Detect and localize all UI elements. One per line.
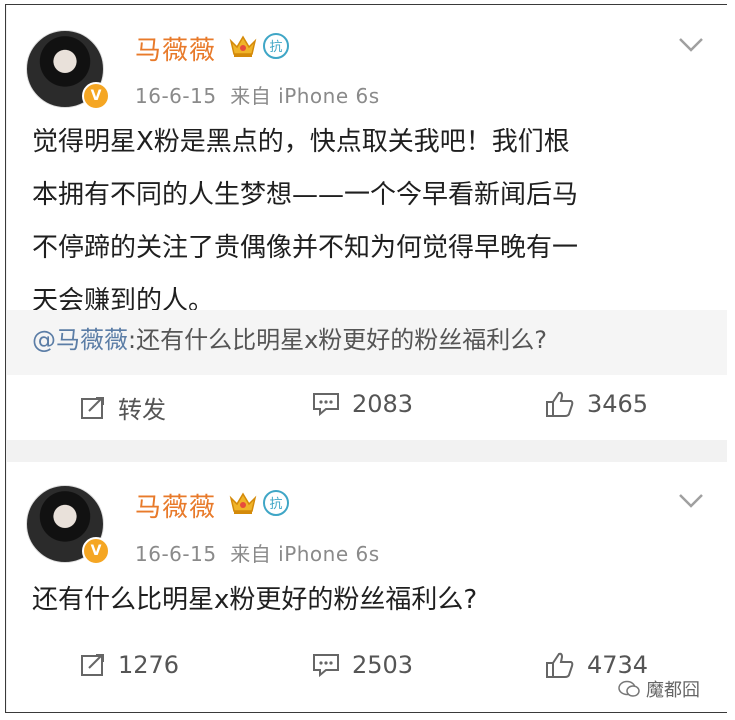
chevron-down-icon[interactable] (677, 36, 705, 54)
repost-button[interactable]: 转发 (80, 390, 166, 425)
thumbs-up-icon (546, 391, 574, 417)
repost-quote-text[interactable]: @马薇薇:还有什么比明星x粉更好的粉丝福利么? (32, 320, 547, 355)
post-content-line: 还有什么比明星x粉更好的粉丝福利么? (32, 585, 478, 615)
crown-icon (229, 492, 257, 514)
post-content-line: 觉得明星X粉是黑点的，快点取关我吧！我们根 (32, 127, 570, 157)
wechat-icon (618, 680, 640, 697)
post-content: 还有什么比明星x粉更好的粉丝福利么? (32, 574, 477, 627)
repost-icon (81, 396, 104, 419)
post-divider (7, 440, 727, 462)
mention-link[interactable]: @马薇薇 (32, 326, 128, 354)
post-meta: 16-6-15 来自 iPhone 6s (135, 538, 380, 567)
post-source: 来自 iPhone 6s (230, 84, 380, 108)
post-content-line: 本拥有不同的人生梦想——一个今早看新闻后马 (32, 180, 579, 210)
post-content-line: 不停蹄的关注了贵偶像并不知为何觉得早晚有一 (32, 233, 579, 263)
shield-icon: 抗 (263, 33, 289, 59)
verified-badge: V (82, 537, 110, 565)
repost-icon (81, 654, 104, 676)
repost-button[interactable]: 1276 (80, 651, 179, 679)
like-button[interactable]: 3465 (545, 390, 648, 418)
like-count: 4734 (587, 651, 649, 679)
comment-button[interactable]: 2083 (312, 390, 413, 418)
chevron-down-icon[interactable] (677, 492, 705, 510)
verified-badge: V (82, 82, 110, 110)
post-content: 觉得明星X粉是黑点的，快点取关我吧！我们根 本拥有不同的人生梦想——一个今早看新… (32, 116, 578, 328)
comment-icon (313, 654, 339, 677)
comment-count: 2083 (352, 390, 414, 418)
post-date: 16-6-15 (135, 84, 217, 108)
watermark: 魔都囧 (618, 676, 700, 702)
author-name[interactable]: 马薇薇 (135, 30, 216, 67)
comment-count: 2503 (352, 651, 414, 679)
shield-icon: 抗 (263, 490, 289, 516)
post-meta: 16-6-15 来自 iPhone 6s (135, 80, 380, 109)
thumbs-up-icon (546, 652, 574, 678)
repost-count: 1276 (118, 651, 180, 679)
post-source: 来自 iPhone 6s (230, 542, 380, 566)
like-count: 3465 (587, 390, 649, 418)
author-name[interactable]: 马薇薇 (135, 487, 216, 524)
crown-icon (229, 35, 257, 57)
comment-icon (313, 393, 339, 416)
post-date: 16-6-15 (135, 542, 217, 566)
like-button[interactable]: 4734 (545, 651, 648, 679)
comment-button[interactable]: 2503 (312, 651, 413, 679)
